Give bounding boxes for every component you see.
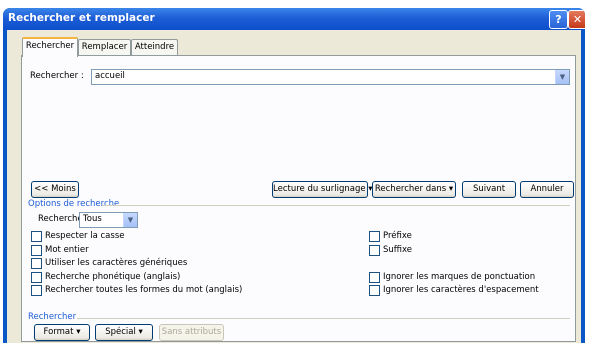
option-label: Suffixe bbox=[383, 245, 412, 255]
next-button-label: Suivant bbox=[472, 184, 506, 194]
no-formatting-label: Sans attributs bbox=[161, 327, 222, 337]
option-label: Utiliser les caractères génériques bbox=[45, 258, 188, 268]
dropdown-arrow-icon: ▾ bbox=[138, 327, 143, 337]
title-bar[interactable]: Rechercher et remplacer ? ✕ bbox=[3, 8, 585, 30]
options-divider bbox=[102, 205, 570, 206]
less-button-label: << Moins bbox=[34, 184, 76, 194]
option-label: Respecter la casse bbox=[45, 231, 125, 241]
format-button-label: Format bbox=[43, 327, 74, 337]
search-input-value: accueil bbox=[95, 71, 125, 81]
dialog-window: Rechercher et remplacer ? ✕ Rechercher R… bbox=[3, 8, 585, 343]
option-label: Mot entier bbox=[45, 245, 89, 255]
less-button[interactable]: << Moins bbox=[31, 181, 79, 198]
options-section-title: Options de recherche bbox=[28, 199, 120, 209]
find-in-label: Rechercher dans bbox=[374, 184, 447, 194]
search-label: Rechercher : bbox=[30, 71, 84, 81]
find-in-button[interactable]: Rechercher dans ▾ bbox=[372, 181, 456, 198]
checkbox[interactable] bbox=[369, 231, 380, 242]
cancel-button-label: Annuler bbox=[530, 184, 564, 194]
tab-label: Remplacer bbox=[81, 42, 128, 52]
no-formatting-button: Sans attributs bbox=[159, 324, 224, 341]
checkbox[interactable] bbox=[369, 245, 380, 256]
checkbox[interactable] bbox=[31, 231, 42, 242]
checkbox[interactable] bbox=[369, 285, 380, 296]
checkbox[interactable] bbox=[31, 272, 42, 283]
bottom-divider bbox=[77, 318, 570, 319]
tab-panel: Rechercher : accueil ▼ << Moins Lecture … bbox=[21, 55, 576, 342]
reading-highlight-label: Lecture du surlignage bbox=[273, 184, 366, 194]
special-button[interactable]: Spécial ▾ bbox=[95, 324, 153, 341]
reading-highlight-button[interactable]: Lecture du surlignage ▾ bbox=[272, 181, 373, 198]
checkbox[interactable] bbox=[31, 258, 42, 269]
tab-remplacer[interactable]: Remplacer bbox=[78, 39, 131, 55]
checkbox[interactable] bbox=[369, 272, 380, 283]
tab-atteindre[interactable]: Atteindre bbox=[131, 39, 178, 55]
tab-rechercher[interactable]: Rechercher bbox=[22, 37, 78, 57]
next-button[interactable]: Suivant bbox=[462, 181, 516, 198]
option-label: Ignorer les marques de ponctuation bbox=[383, 272, 536, 282]
chevron-down-icon[interactable]: ▼ bbox=[123, 213, 137, 227]
option-label: Ignorer les caractères d'espacement bbox=[383, 285, 539, 295]
close-button[interactable]: ✕ bbox=[568, 10, 585, 29]
search-input[interactable]: accueil ▼ bbox=[91, 69, 570, 85]
checkbox[interactable] bbox=[31, 245, 42, 256]
tab-label: Atteindre bbox=[134, 42, 175, 52]
cancel-button[interactable]: Annuler bbox=[520, 181, 574, 198]
direction-select[interactable]: Tous ▼ bbox=[79, 212, 138, 228]
format-button[interactable]: Format ▾ bbox=[34, 324, 90, 341]
dialog-client: Rechercher Remplacer Atteindre Recherche… bbox=[7, 30, 581, 343]
window-title: Rechercher et remplacer bbox=[8, 12, 155, 24]
bottom-section-title: Rechercher bbox=[28, 312, 77, 322]
dropdown-arrow-icon: ▾ bbox=[448, 184, 454, 194]
option-label: Recherche phonétique (anglais) bbox=[45, 272, 181, 282]
checkbox[interactable] bbox=[31, 285, 42, 296]
option-label: Préfixe bbox=[383, 231, 412, 241]
chevron-down-icon[interactable]: ▼ bbox=[555, 70, 569, 84]
help-button[interactable]: ? bbox=[549, 10, 568, 29]
option-label: Rechercher toutes les formes du mot (ang… bbox=[45, 285, 243, 295]
dropdown-arrow-icon: ▾ bbox=[76, 327, 81, 337]
special-button-label: Spécial bbox=[105, 327, 136, 337]
tab-label: Rechercher bbox=[25, 41, 75, 51]
direction-value: Tous bbox=[83, 214, 102, 224]
